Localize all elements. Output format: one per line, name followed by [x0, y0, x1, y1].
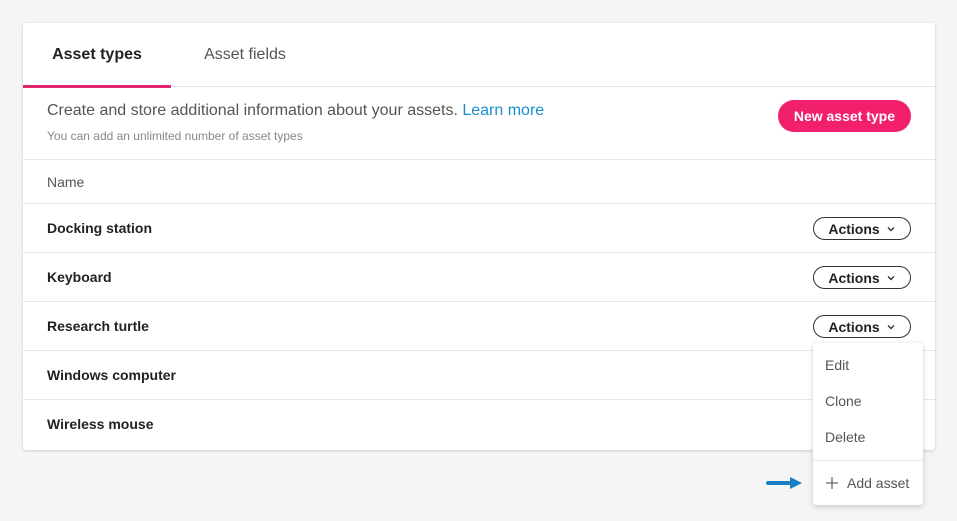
add-asset-label: Add asset: [847, 475, 910, 491]
menu-item-edit[interactable]: Edit: [825, 357, 849, 373]
actions-dropdown-menu: Edit Clone Delete Add asset: [813, 343, 923, 505]
info-subtext: You can add an unlimited number of asset…: [47, 129, 303, 143]
table-row: Research turtle Actions: [23, 302, 935, 351]
info-section: Create and store additional information …: [23, 87, 935, 160]
row-name: Keyboard: [47, 269, 112, 285]
column-header-name: Name: [23, 160, 935, 204]
table-row: Keyboard Actions: [23, 253, 935, 302]
row-name: Docking station: [47, 220, 153, 236]
actions-button[interactable]: Actions: [813, 315, 911, 338]
tab-asset-fields[interactable]: Asset fields: [171, 23, 319, 87]
asset-types-table: Name Docking station Actions Keyboard Ac…: [23, 160, 935, 449]
menu-item-delete[interactable]: Delete: [825, 429, 865, 445]
actions-button[interactable]: Actions: [813, 217, 911, 240]
info-description: Create and store additional information …: [47, 102, 544, 120]
actions-button[interactable]: Actions: [813, 266, 911, 289]
table-row: Docking station Actions: [23, 204, 935, 253]
menu-item-clone[interactable]: Clone: [825, 393, 862, 409]
chevron-down-icon: [887, 275, 895, 280]
actions-label: Actions: [828, 220, 880, 237]
actions-label: Actions: [828, 269, 880, 286]
table-row: Wireless mouse: [23, 400, 935, 449]
learn-more-link[interactable]: Learn more: [462, 102, 544, 119]
tab-asset-types[interactable]: Asset types: [23, 23, 171, 88]
actions-label: Actions: [828, 318, 880, 335]
pointer-arrow-icon: [766, 477, 802, 489]
new-asset-type-button[interactable]: New asset type: [777, 100, 911, 132]
asset-types-card: Asset types Asset fields Create and stor…: [23, 23, 935, 450]
plus-icon: [826, 477, 838, 489]
row-name: Windows computer: [47, 367, 176, 383]
add-asset-button[interactable]: Add asset: [825, 475, 909, 491]
chevron-down-icon: [887, 226, 895, 231]
chevron-down-icon: [887, 324, 895, 329]
table-row: Windows computer: [23, 351, 935, 400]
menu-divider: [813, 460, 923, 461]
tab-bar: Asset types Asset fields: [23, 23, 935, 88]
description-text: Create and store additional information …: [47, 102, 458, 119]
row-name: Research turtle: [47, 318, 149, 334]
row-name: Wireless mouse: [47, 416, 154, 432]
